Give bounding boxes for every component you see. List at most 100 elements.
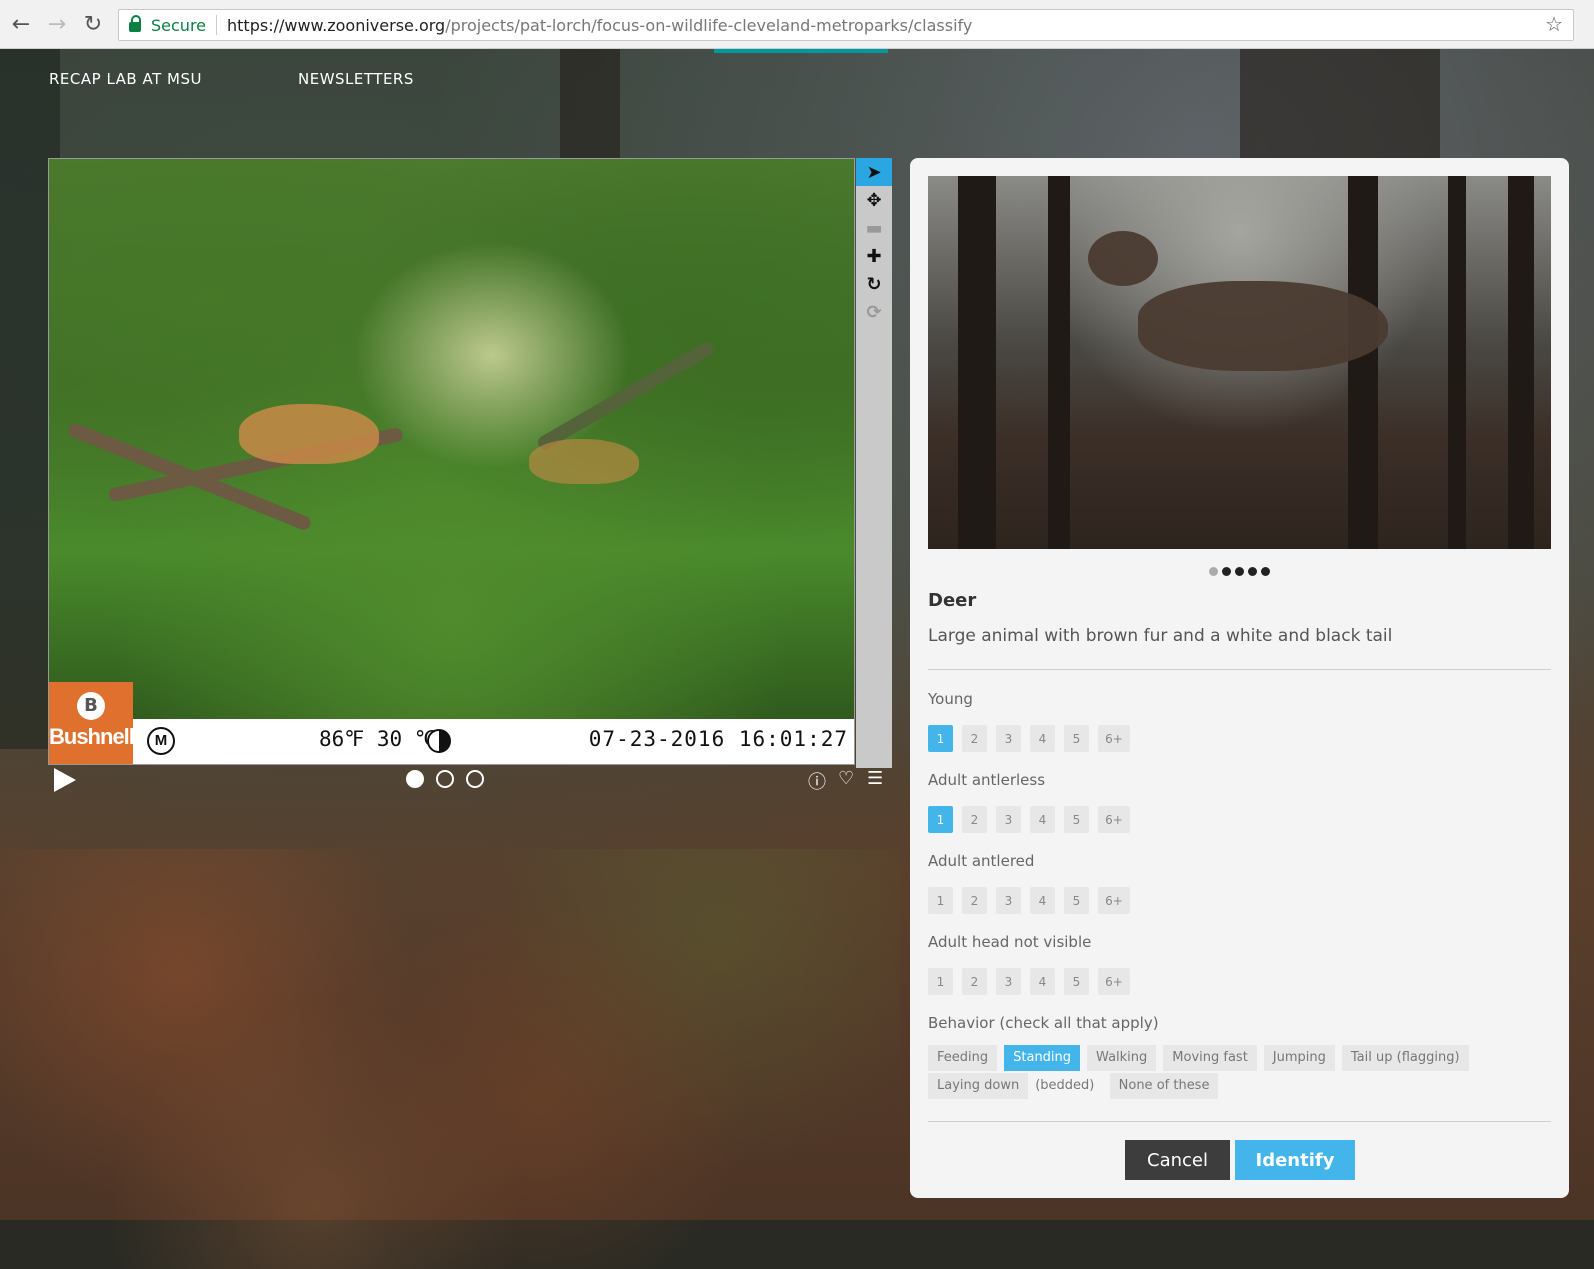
behavior-option-none[interactable]: None of these [1109,1073,1219,1099]
count-button[interactable]: 1 [928,968,953,995]
count-button[interactable]: 5 [1064,887,1089,914]
collections-list-icon[interactable]: ☰ [867,768,883,789]
nav-link-recap-lab[interactable]: RECAP LAB AT MSU [49,70,202,88]
count-button[interactable]: 6+ [1098,725,1130,752]
photo-tree [1048,176,1070,549]
secure-label: Secure [151,15,207,35]
count-button[interactable]: 2 [962,968,987,995]
count-button[interactable]: 1 [928,806,953,833]
back-arrow-icon[interactable]: ← [6,9,36,39]
divider [928,669,1551,670]
url-host: https://www.zooniverse.org [227,15,446,35]
animal-example-photo [928,176,1551,549]
count-button[interactable]: 2 [962,806,987,833]
count-button[interactable]: 4 [1030,887,1055,914]
url-path: /projects/pat-lorch/focus-on-wildlife-cl… [445,15,973,35]
camera-mode-indicator: M [147,727,175,755]
photo-tree [1508,176,1534,549]
zoom-out-icon[interactable]: ▬ [856,214,892,242]
count-button[interactable]: 6+ [1098,968,1130,995]
play-button[interactable] [54,768,76,792]
behavior-options: Feeding Standing Walking Moving fast Jumping… [928,1044,1558,1100]
photo-tree [1348,176,1378,549]
behavior-option-feeding[interactable]: Feeding [928,1045,998,1071]
carousel-dot[interactable] [1248,567,1257,576]
bookmark-star-icon[interactable]: ☆ [1545,12,1563,36]
carousel-dot[interactable] [1222,567,1231,576]
camera-temperature: 86℉ 30 ℃ [319,727,439,751]
behavior-option-laying-down[interactable]: Laying down [928,1073,1029,1099]
deer-in-scene [529,439,639,484]
reset-icon[interactable]: ⟳ [856,298,892,326]
count-button[interactable]: 1 [928,725,953,752]
rotate-icon[interactable]: ↻ [856,270,892,298]
photo-carousel-dots [910,561,1569,580]
count-button[interactable]: 2 [962,887,987,914]
count-button[interactable]: 6+ [1098,806,1130,833]
pan-icon[interactable]: ✥ [856,186,892,214]
divider [928,1121,1551,1122]
camera-brand-badge: B Bushnell [49,682,135,764]
favorite-heart-icon[interactable]: ♡ [838,768,854,789]
count-button[interactable]: 6+ [1098,887,1130,914]
info-icon[interactable]: ⓘ [808,768,826,794]
behavior-option-tail-up[interactable]: Tail up (flagging) [1341,1045,1469,1071]
count-button[interactable]: 2 [962,725,987,752]
subject-image[interactable]: M 86℉ 30 ℃ 07-23-2016 16:01:27 B Bushnel… [48,158,855,765]
photo-tree [958,176,996,549]
frame-dot-3[interactable] [466,770,484,788]
question-label: Adult antlerless [928,771,1046,789]
count-button[interactable]: 4 [1030,806,1055,833]
zoom-in-icon[interactable]: ✚ [856,242,892,270]
question-label: Adult antlered [928,852,1035,870]
camera-info-bar: M 86℉ 30 ℃ 07-23-2016 16:01:27 [49,719,854,764]
carousel-dot[interactable] [1235,567,1244,576]
frame-dot-2[interactable] [436,770,454,788]
behavior-option-standing[interactable]: Standing [1004,1045,1081,1071]
question-label: Adult head not visible [928,933,1092,951]
count-button[interactable]: 4 [1030,725,1055,752]
behavior-option-laying-down-wrap[interactable]: (bedded) [1035,1073,1094,1099]
cancel-button[interactable]: Cancel [1125,1140,1230,1180]
count-button[interactable]: 3 [996,725,1021,752]
answer-row-adult-antlerless: 1 2 3 4 5 6+ [928,806,1139,833]
camera-trap-scene [49,159,854,719]
behavior-option-moving-fast[interactable]: Moving fast [1163,1045,1257,1071]
count-button[interactable]: 3 [996,887,1021,914]
camera-timestamp: 07-23-2016 16:01:27 [588,727,848,751]
moon-phase-icon [427,729,451,753]
reload-icon[interactable]: ↻ [78,9,108,39]
count-button[interactable]: 4 [1030,968,1055,995]
fallen-branch [535,339,716,453]
identification-panel: Deer Large animal with brown fur and a w… [910,158,1569,1198]
deer-in-scene [239,404,379,464]
animal-name: Deer [928,590,977,611]
question-label: Young [928,690,973,708]
answer-row-adult-antlered: 1 2 3 4 5 6+ [928,887,1139,914]
carousel-dot[interactable] [1209,567,1218,576]
lock-icon [129,15,141,32]
behavior-option-jumping[interactable]: Jumping [1263,1045,1335,1071]
deer-photo-head [1088,231,1158,286]
nav-link-newsletters[interactable]: NEWSLETTERS [298,70,414,88]
count-button[interactable]: 5 [1064,725,1089,752]
camera-brand-logo: B [77,692,105,720]
carousel-dot[interactable] [1261,567,1270,576]
browser-toolbar: ← → ↻ Secure https://www.zooniverse.org /… [0,0,1594,49]
frame-dot-1[interactable] [406,770,424,788]
address-separator [216,15,218,35]
identify-button[interactable]: Identify [1235,1140,1355,1180]
address-bar[interactable]: Secure https://www.zooniverse.org/projec… [118,9,1574,41]
image-toolbar: ➤ ✥ ▬ ✚ ↻ ⟳ [856,158,892,768]
count-button[interactable]: 5 [1064,806,1089,833]
count-button[interactable]: 1 [928,887,953,914]
behavior-option-walking[interactable]: Walking [1087,1045,1157,1071]
forward-arrow-icon[interactable]: → [42,9,72,39]
count-button[interactable]: 5 [1064,968,1089,995]
answer-row-young: 1 2 3 4 5 6+ [928,725,1139,752]
pointer-icon[interactable]: ➤ [856,158,892,186]
animal-description: Large animal with brown fur and a white … [928,626,1393,646]
count-button[interactable]: 3 [996,968,1021,995]
active-nav-indicator [714,49,888,53]
count-button[interactable]: 3 [996,806,1021,833]
